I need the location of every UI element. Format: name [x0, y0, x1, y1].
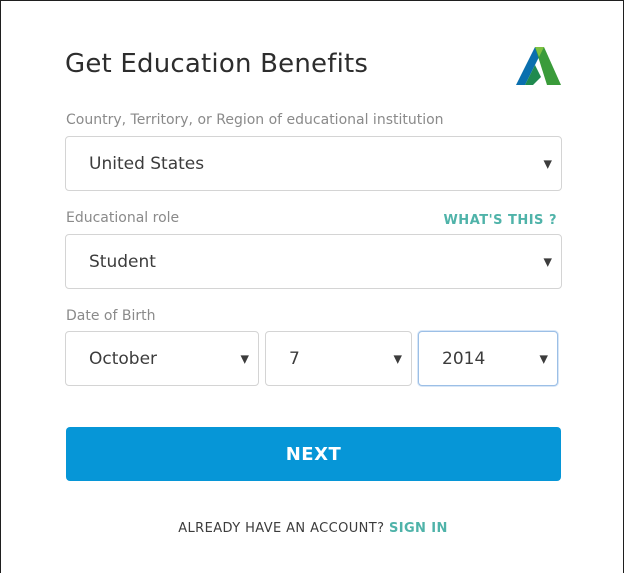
role-select[interactable]: Student ▼ [65, 234, 562, 289]
caret-down-icon: ▼ [393, 352, 402, 365]
role-select-value: Student [89, 251, 156, 272]
dob-label: Date of Birth [66, 308, 156, 324]
dob-day-value: 7 [289, 348, 300, 369]
dob-year-select[interactable]: 2014 ▼ [418, 331, 558, 386]
dob-month-select[interactable]: October ▼ [65, 331, 259, 386]
education-benefits-form: Get Education Benefits Country, Territor… [0, 0, 624, 573]
dob-day-select[interactable]: 7 ▼ [265, 331, 412, 386]
caret-down-icon: ▼ [539, 352, 548, 365]
caret-down-icon: ▼ [543, 157, 552, 170]
role-label: Educational role [66, 210, 180, 226]
dob-year-value: 2014 [442, 348, 486, 369]
signin-link[interactable]: SIGN IN [389, 521, 448, 536]
whats-this-link[interactable]: WHAT'S THIS ? [443, 213, 557, 228]
next-button[interactable]: NEXT [66, 427, 561, 481]
country-select[interactable]: United States ▼ [65, 136, 562, 191]
signin-prompt: ALREADY HAVE AN ACCOUNT? [178, 521, 385, 536]
caret-down-icon: ▼ [240, 352, 249, 365]
country-label: Country, Territory, or Region of educati… [66, 112, 444, 128]
autodesk-logo-icon [516, 47, 561, 85]
caret-down-icon: ▼ [543, 255, 552, 268]
signin-row: ALREADY HAVE AN ACCOUNT? SIGN IN [1, 521, 625, 536]
page-title: Get Education Benefits [65, 49, 369, 79]
dob-month-value: October [89, 348, 158, 369]
country-select-value: United States [89, 153, 205, 174]
